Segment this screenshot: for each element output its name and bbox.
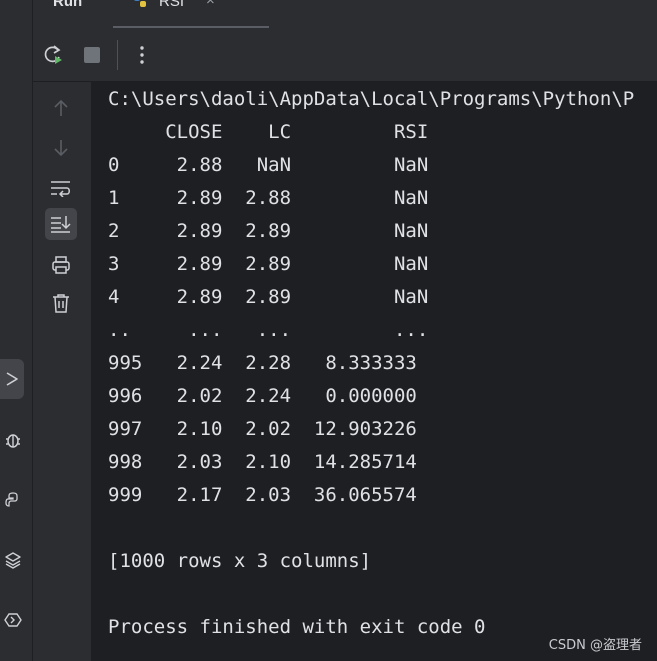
console-line: 997 2.10 2.02 12.903226 [108,418,417,440]
console-line: 995 2.24 2.28 8.333333 [108,352,417,374]
console-line: 2 2.89 2.89 NaN [108,220,429,242]
stop-icon[interactable] [79,42,105,68]
console-line-command: C:\Users\daoli\AppData\Local\Programs\Py… [108,88,635,110]
run-icon[interactable] [0,359,24,399]
watermark: CSDN @盗理者 [548,638,642,653]
run-side-toolbar [33,82,91,661]
console-line-summary: [1000 rows x 3 columns] [108,550,372,572]
console-line: 4 2.89 2.89 NaN [108,286,429,308]
arrow-up-icon[interactable] [45,92,77,124]
console-line: 0 2.88 NaN NaN [108,154,429,176]
console-line: 999 2.17 2.03 36.065574 [108,484,417,506]
toolbar-separator [117,40,118,70]
tab-rsi[interactable]: RSI × [113,0,269,29]
run-toolbar [33,29,657,82]
rerun-icon[interactable] [40,42,66,68]
console-line-exit: Process finished with exit code 0 [108,616,486,638]
console-line: 1 2.89 2.88 NaN [108,187,429,209]
services-icon[interactable] [0,600,26,640]
run-tool-window-header: Run RSI × [33,0,657,29]
python-file-icon [133,0,147,8]
arrow-down-icon[interactable] [45,132,77,164]
more-vertical-icon[interactable] [129,42,155,68]
run-title: Run [53,0,83,10]
scroll-to-end-icon[interactable] [45,208,77,240]
tool-window-strip [0,0,33,661]
console-line-header: CLOSE LC RSI [108,121,429,143]
tab-label: RSI [159,0,185,10]
console-output[interactable]: C:\Users\daoli\AppData\Local\Programs\Py… [91,82,657,661]
python-console-icon[interactable] [0,480,26,520]
layers-icon[interactable] [0,540,26,580]
active-tab-indicator [113,26,269,28]
console-line: 996 2.02 2.24 0.000000 [108,385,417,407]
debug-icon[interactable] [0,420,26,460]
close-tab-icon[interactable]: × [206,0,215,9]
soft-wrap-icon[interactable] [45,172,77,204]
console-line-ellipsis: .. ... ... ... [108,319,429,341]
console-line: 998 2.03 2.10 14.285714 [108,451,417,473]
console-line: 3 2.89 2.89 NaN [108,253,429,275]
trash-icon[interactable] [45,287,77,319]
print-icon[interactable] [45,249,77,281]
